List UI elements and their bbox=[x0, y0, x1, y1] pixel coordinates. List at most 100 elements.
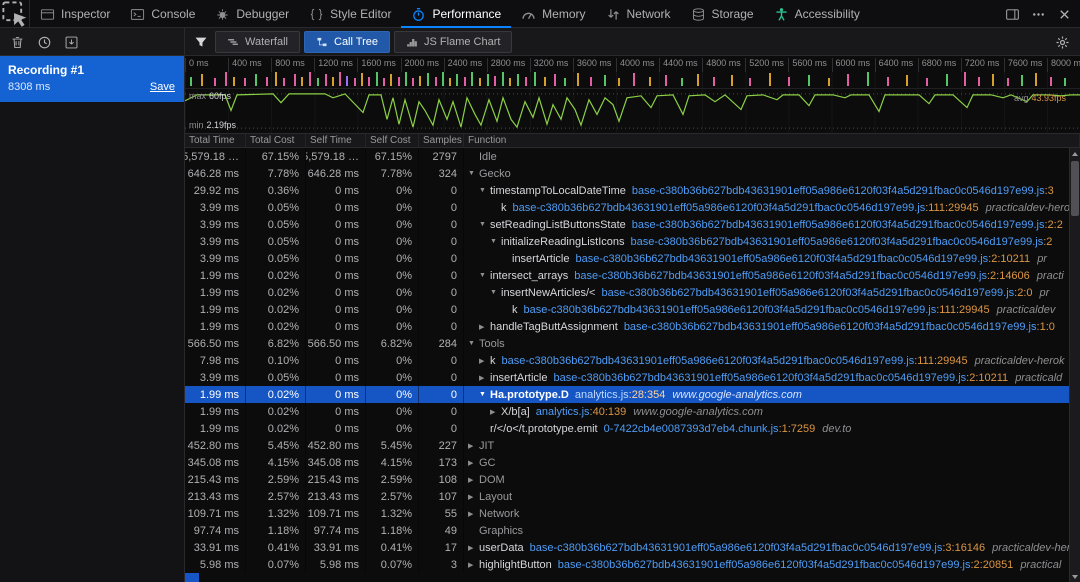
scroll-up-button[interactable] bbox=[1070, 148, 1080, 159]
table-row[interactable]: 109.71 ms1.32%109.71 ms1.32%55▶Network bbox=[185, 505, 1069, 522]
source-file-link[interactable]: base-c380b36b627bdb43631901eff05a986e612… bbox=[524, 304, 937, 316]
collapse-twisty-icon[interactable]: ▼ bbox=[468, 340, 479, 347]
table-row[interactable]: 1.99 ms0.02%0 ms0%0▼Ha.prototype.Danalyt… bbox=[185, 386, 1069, 403]
table-row[interactable]: 7.98 ms0.10%0 ms0%0▶kbase-c380b36b627bdb… bbox=[185, 352, 1069, 369]
cell-2: 0 ms bbox=[306, 284, 366, 301]
expand-twisty-icon[interactable]: ▶ bbox=[468, 561, 479, 569]
source-file-link[interactable]: base-c380b36b627bdb43631901eff05a986e612… bbox=[502, 355, 915, 367]
collapse-twisty-icon[interactable]: ▼ bbox=[479, 221, 490, 228]
save-recording-link[interactable]: Save bbox=[150, 81, 175, 93]
expand-twisty-icon[interactable]: ▶ bbox=[468, 476, 479, 484]
collapse-twisty-icon[interactable]: ▼ bbox=[479, 272, 490, 279]
column-header-samples[interactable]: Samples bbox=[419, 134, 464, 147]
column-header-self-time[interactable]: Self Time bbox=[306, 134, 366, 147]
column-header-total-time[interactable]: Total Time bbox=[185, 134, 246, 147]
table-row[interactable]: 1.99 ms0.02%0 ms0%0▶X/b[a]analytics.js:4… bbox=[185, 403, 1069, 420]
table-row[interactable]: 646.28 ms7.78%646.28 ms7.78%324▼Gecko bbox=[185, 165, 1069, 182]
collapse-twisty-icon[interactable]: ▼ bbox=[490, 238, 501, 245]
scroll-down-button[interactable] bbox=[1070, 571, 1080, 582]
tab-network[interactable]: Network bbox=[596, 0, 681, 28]
tab-performance[interactable]: Performance bbox=[401, 0, 511, 28]
table-row[interactable]: 3.99 ms0.05%0 ms0%0▶insertArticlebase-c3… bbox=[185, 369, 1069, 386]
toolbox-dock-button[interactable] bbox=[1000, 2, 1024, 26]
timeline-marker bbox=[665, 75, 667, 86]
table-row[interactable]: 452.80 ms5.45%452.80 ms5.45%227▶JIT bbox=[185, 437, 1069, 454]
source-file-link[interactable]: base-c380b36b627bdb43631901eff05a986e612… bbox=[558, 559, 971, 571]
table-row[interactable]: 97.74 ms1.18%97.74 ms1.18%49Graphics bbox=[185, 522, 1069, 539]
markers-strip[interactable] bbox=[185, 72, 1080, 89]
table-row[interactable]: 213.43 ms2.57%213.43 ms2.57%107▶Layout bbox=[185, 488, 1069, 505]
recording-item[interactable]: Recording #1 8308 ms Save bbox=[0, 56, 184, 102]
accessibility-icon bbox=[774, 7, 789, 22]
source-file-link[interactable]: base-c380b36b627bdb43631901eff05a986e612… bbox=[513, 202, 926, 214]
source-file-link[interactable]: base-c380b36b627bdb43631901eff05a986e612… bbox=[575, 253, 988, 265]
table-row[interactable]: 1.99 ms0.02%0 ms0%0▼intersect_arraysbase… bbox=[185, 267, 1069, 284]
table-row[interactable]: 3.99 ms0.05%0 ms0%0▼setReadingListButton… bbox=[185, 216, 1069, 233]
view-tab-calltree[interactable]: Call Tree bbox=[304, 31, 390, 53]
tab-console[interactable]: Console bbox=[120, 0, 205, 28]
source-file-link[interactable]: base-c380b36b627bdb43631901eff05a986e612… bbox=[601, 287, 1014, 299]
table-row[interactable]: 29.92 ms0.36%0 ms0%0▼timestampToLocalDat… bbox=[185, 182, 1069, 199]
expand-twisty-icon[interactable]: ▶ bbox=[468, 544, 479, 552]
source-file-link[interactable]: base-c380b36b627bdb43631901eff05a986e612… bbox=[632, 185, 1045, 197]
table-row[interactable]: 5,579.18 …67.15%5,579.18 …67.15%2797Idle bbox=[185, 148, 1069, 165]
table-row[interactable]: 3.99 ms0.05%0 ms0%0kbase-c380b36b627bdb4… bbox=[185, 199, 1069, 216]
table-row[interactable]: 1.99 ms0.02%0 ms0%0kbase-c380b36b627bdb4… bbox=[185, 301, 1069, 318]
source-file-link[interactable]: base-c380b36b627bdb43631901eff05a986e612… bbox=[553, 372, 966, 384]
timeline-marker bbox=[398, 77, 400, 86]
expand-twisty-icon[interactable]: ▶ bbox=[468, 510, 479, 518]
horizontal-scroll-thumb[interactable] bbox=[185, 573, 199, 582]
tab-styleeditor[interactable]: Style Editor bbox=[299, 0, 401, 28]
source-file-link[interactable]: analytics.js bbox=[575, 389, 629, 401]
table-row[interactable]: 1.99 ms0.02%0 ms0%0▼insertNewArticles/<b… bbox=[185, 284, 1069, 301]
record-button[interactable] bbox=[32, 30, 56, 54]
source-file-link[interactable]: base-c380b36b627bdb43631901eff05a986e612… bbox=[624, 321, 1037, 333]
collapse-twisty-icon[interactable]: ▼ bbox=[468, 170, 479, 177]
toolbox-menu-button[interactable] bbox=[1026, 2, 1050, 26]
tab-inspector[interactable]: Inspector bbox=[30, 0, 120, 28]
node-picker-button[interactable] bbox=[0, 0, 30, 28]
scroll-thumb[interactable] bbox=[1071, 161, 1079, 216]
expand-twisty-icon[interactable]: ▶ bbox=[479, 357, 490, 365]
column-header-total-cost[interactable]: Total Cost bbox=[246, 134, 306, 147]
view-tab-waterfall[interactable]: Waterfall bbox=[215, 31, 300, 53]
table-row[interactable]: 3.99 ms0.05%0 ms0%0insertArticlebase-c38… bbox=[185, 250, 1069, 267]
vertical-scrollbar[interactable] bbox=[1069, 148, 1080, 582]
column-header-function[interactable]: Function bbox=[464, 134, 1080, 147]
source-file-link[interactable]: base-c380b36b627bdb43631901eff05a986e612… bbox=[530, 542, 943, 554]
expand-twisty-icon[interactable]: ▶ bbox=[468, 459, 479, 467]
table-row[interactable]: 1.99 ms0.02%0 ms0%0r/</o</t.prototype.em… bbox=[185, 420, 1069, 437]
collapse-twisty-icon[interactable]: ▼ bbox=[479, 187, 490, 194]
filter-button[interactable] bbox=[194, 35, 208, 49]
collapse-twisty-icon[interactable]: ▼ bbox=[479, 391, 490, 398]
collapse-twisty-icon[interactable]: ▼ bbox=[490, 289, 501, 296]
table-row[interactable]: 5.98 ms0.07%5.98 ms0.07%3▶highlightButto… bbox=[185, 556, 1069, 573]
import-recording-button[interactable] bbox=[59, 30, 83, 54]
expand-twisty-icon[interactable]: ▶ bbox=[479, 323, 490, 331]
expand-twisty-icon[interactable]: ▶ bbox=[468, 442, 479, 450]
settings-gear-button[interactable] bbox=[1050, 30, 1074, 54]
source-file-link[interactable]: base-c380b36b627bdb43631901eff05a986e612… bbox=[632, 219, 1045, 231]
source-file-link[interactable]: base-c380b36b627bdb43631901eff05a986e612… bbox=[574, 270, 987, 282]
expand-twisty-icon[interactable]: ▶ bbox=[490, 408, 501, 416]
fps-overview[interactable]: max60fps min2.19fps avg43.93fps bbox=[185, 89, 1080, 134]
table-row[interactable]: 215.43 ms2.59%215.43 ms2.59%108▶DOM bbox=[185, 471, 1069, 488]
table-row[interactable]: 1.99 ms0.02%0 ms0%0▶handleTagButtAssignm… bbox=[185, 318, 1069, 335]
tab-accessibility[interactable]: Accessibility bbox=[764, 0, 870, 28]
clear-recordings-button[interactable] bbox=[5, 30, 29, 54]
table-row[interactable]: 345.08 ms4.15%345.08 ms4.15%173▶GC bbox=[185, 454, 1069, 471]
toolbox-close-button[interactable] bbox=[1052, 2, 1076, 26]
source-file-link[interactable]: base-c380b36b627bdb43631901eff05a986e612… bbox=[631, 236, 1044, 248]
source-file-link[interactable]: 0-7422cb4e0087393d7eb4.chunk.js bbox=[604, 423, 779, 435]
tab-storage[interactable]: Storage bbox=[681, 0, 764, 28]
table-row[interactable]: 3.99 ms0.05%0 ms0%0▼initializeReadingLis… bbox=[185, 233, 1069, 250]
expand-twisty-icon[interactable]: ▶ bbox=[479, 374, 490, 382]
table-row[interactable]: 566.50 ms6.82%566.50 ms6.82%284▼Tools bbox=[185, 335, 1069, 352]
table-row[interactable]: 33.91 ms0.41%33.91 ms0.41%17▶userDatabas… bbox=[185, 539, 1069, 556]
view-tab-flame[interactable]: JS Flame Chart bbox=[394, 31, 512, 53]
source-file-link[interactable]: analytics.js bbox=[536, 406, 590, 418]
column-header-self-cost[interactable]: Self Cost bbox=[366, 134, 419, 147]
tab-memory[interactable]: Memory bbox=[511, 0, 595, 28]
tab-debugger[interactable]: Debugger bbox=[205, 0, 299, 28]
expand-twisty-icon[interactable]: ▶ bbox=[468, 493, 479, 501]
